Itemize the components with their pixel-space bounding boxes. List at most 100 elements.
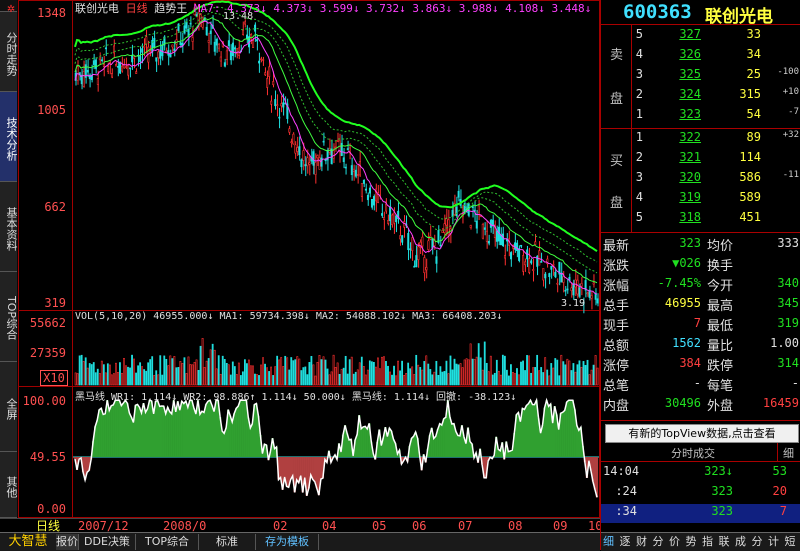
right-tab[interactable]: 势 bbox=[686, 534, 697, 550]
buy-level-4[interactable]: 4 319 589 bbox=[601, 190, 800, 209]
buy-level-2[interactable]: 2 321 114 bbox=[601, 150, 800, 169]
volume-bar bbox=[151, 356, 154, 386]
topview-button[interactable]: 有新的TopView数据,点击查看 bbox=[605, 424, 799, 443]
sell-level-3[interactable]: 3 325 25 -100 bbox=[601, 67, 800, 86]
tab-top[interactable]: TOP综合 bbox=[136, 534, 199, 550]
volume-bar bbox=[572, 363, 575, 386]
tick-row[interactable]: 14:04 323↓ 53 bbox=[601, 464, 800, 483]
volume-bar bbox=[161, 374, 164, 386]
volume-bar bbox=[427, 363, 430, 386]
volume-bar bbox=[501, 354, 504, 386]
volume-bar bbox=[381, 356, 383, 386]
candle-body bbox=[179, 42, 182, 46]
level-price: 327 bbox=[679, 27, 701, 41]
settings-icon[interactable]: ✲ bbox=[0, 0, 17, 15]
volume-bar bbox=[145, 370, 148, 386]
tab-technical[interactable]: 技术分析 bbox=[0, 92, 18, 182]
right-tab[interactable]: 成 bbox=[735, 534, 746, 550]
buy-level-1[interactable]: 1 322 89 +32 bbox=[601, 130, 800, 149]
right-tab[interactable]: 财 bbox=[636, 534, 647, 550]
right-tab[interactable]: 联 bbox=[719, 534, 730, 550]
level-price: 326 bbox=[679, 47, 701, 61]
right-tab[interactable]: 指 bbox=[702, 534, 713, 550]
low-label: 3.19 bbox=[561, 298, 586, 309]
right-tab[interactable]: 逐 bbox=[620, 534, 631, 550]
sell-level-1[interactable]: 1 323 54 -7 bbox=[601, 107, 800, 126]
level-price: 321 bbox=[679, 150, 701, 164]
level-change: -7 bbox=[788, 107, 799, 117]
quote-value: 314 bbox=[777, 356, 799, 370]
candle-body bbox=[381, 213, 384, 216]
quote-label: 最高 bbox=[707, 299, 734, 314]
right-tab[interactable]: 分 bbox=[752, 534, 763, 550]
candle-body bbox=[153, 38, 156, 48]
date-tick: 06 bbox=[412, 519, 427, 533]
candle-body bbox=[467, 203, 470, 216]
quote-label: 换手 bbox=[707, 259, 734, 274]
volume-bar bbox=[199, 345, 202, 386]
tick-row[interactable]: :24 323 20 bbox=[601, 484, 800, 503]
volume-bar bbox=[518, 374, 520, 386]
candle-body bbox=[145, 36, 148, 45]
volume-bar bbox=[250, 365, 252, 386]
tab-intraday[interactable]: 分时走势 bbox=[0, 12, 18, 92]
sell-level-5[interactable]: 5 327 33 bbox=[601, 27, 800, 46]
tab-top-summary[interactable]: TOP综合 bbox=[0, 272, 18, 362]
level-number: 4 bbox=[635, 47, 643, 61]
sell-level-4[interactable]: 4 326 34 bbox=[601, 47, 800, 66]
period-label[interactable]: 日线 bbox=[36, 519, 60, 533]
quote-value: - bbox=[791, 376, 799, 390]
volume-bar bbox=[215, 368, 218, 386]
candle-body bbox=[298, 146, 301, 156]
tab-save-template[interactable]: 存为模板 bbox=[256, 534, 319, 550]
buy-level-3[interactable]: 3 320 586 -11 bbox=[601, 170, 800, 189]
volume-bar bbox=[516, 368, 518, 386]
volume-bar bbox=[364, 374, 367, 386]
volume-bar bbox=[479, 357, 482, 386]
right-tab[interactable]: 细 bbox=[603, 534, 614, 550]
level-number: 3 bbox=[635, 67, 643, 81]
volume-bar bbox=[137, 365, 139, 386]
volume-bar bbox=[74, 372, 77, 386]
volume-bar bbox=[108, 364, 111, 386]
volume-bar bbox=[360, 356, 363, 386]
tab-quotes[interactable]: 报价 bbox=[56, 534, 79, 550]
tick-title: 分时成交 bbox=[671, 447, 715, 460]
volume-bar bbox=[570, 370, 573, 386]
candle-body bbox=[552, 263, 555, 266]
volume-bar bbox=[276, 355, 279, 386]
tab-other[interactable]: 其他 bbox=[0, 452, 18, 518]
volume-bar bbox=[505, 369, 508, 386]
candle-body bbox=[344, 166, 347, 169]
right-tab[interactable]: 计 bbox=[768, 534, 779, 550]
candle-body bbox=[302, 150, 305, 161]
kline-chart[interactable]: 联创光电 日线 趋势王 MA7: 4.373↓ 4.373↓ 3.599↓ 3.… bbox=[18, 0, 600, 520]
tab-dde[interactable]: DDE决策 bbox=[79, 534, 136, 550]
tick-volume: 7 bbox=[779, 504, 787, 518]
candle-body bbox=[117, 66, 120, 68]
tab-standard[interactable]: 标准 bbox=[199, 534, 256, 550]
quote-row: 涨跌 ▼026 换手 bbox=[601, 255, 800, 274]
right-tab[interactable]: 价 bbox=[669, 534, 680, 550]
volume-bar bbox=[550, 363, 553, 386]
candle-body bbox=[383, 217, 386, 220]
volume-bar bbox=[256, 374, 258, 386]
right-tab[interactable]: 分 bbox=[653, 534, 664, 550]
tab-fullscreen[interactable]: 全屏 bbox=[0, 362, 18, 452]
tab-fundamentals[interactable]: 基本资料 bbox=[0, 182, 18, 272]
volume-bar bbox=[268, 371, 270, 386]
right-tab[interactable]: 短 bbox=[785, 534, 796, 550]
candle-body bbox=[215, 38, 218, 46]
quote-row: 总笔 - 每笔 - bbox=[601, 375, 800, 394]
candle-body bbox=[294, 144, 297, 154]
volume-bar bbox=[131, 354, 133, 386]
buy-level-5[interactable]: 5 318 451 bbox=[601, 210, 800, 229]
volume-bar bbox=[292, 360, 295, 386]
tick-row[interactable]: :34 323 7 bbox=[601, 504, 800, 523]
volume-bar bbox=[153, 375, 156, 386]
candle-body bbox=[96, 78, 99, 85]
sell-level-2[interactable]: 2 324 315 +10 bbox=[601, 87, 800, 106]
candle-body bbox=[358, 161, 361, 176]
volume-bar bbox=[419, 367, 422, 386]
tick-detail[interactable]: 细 bbox=[783, 445, 794, 461]
